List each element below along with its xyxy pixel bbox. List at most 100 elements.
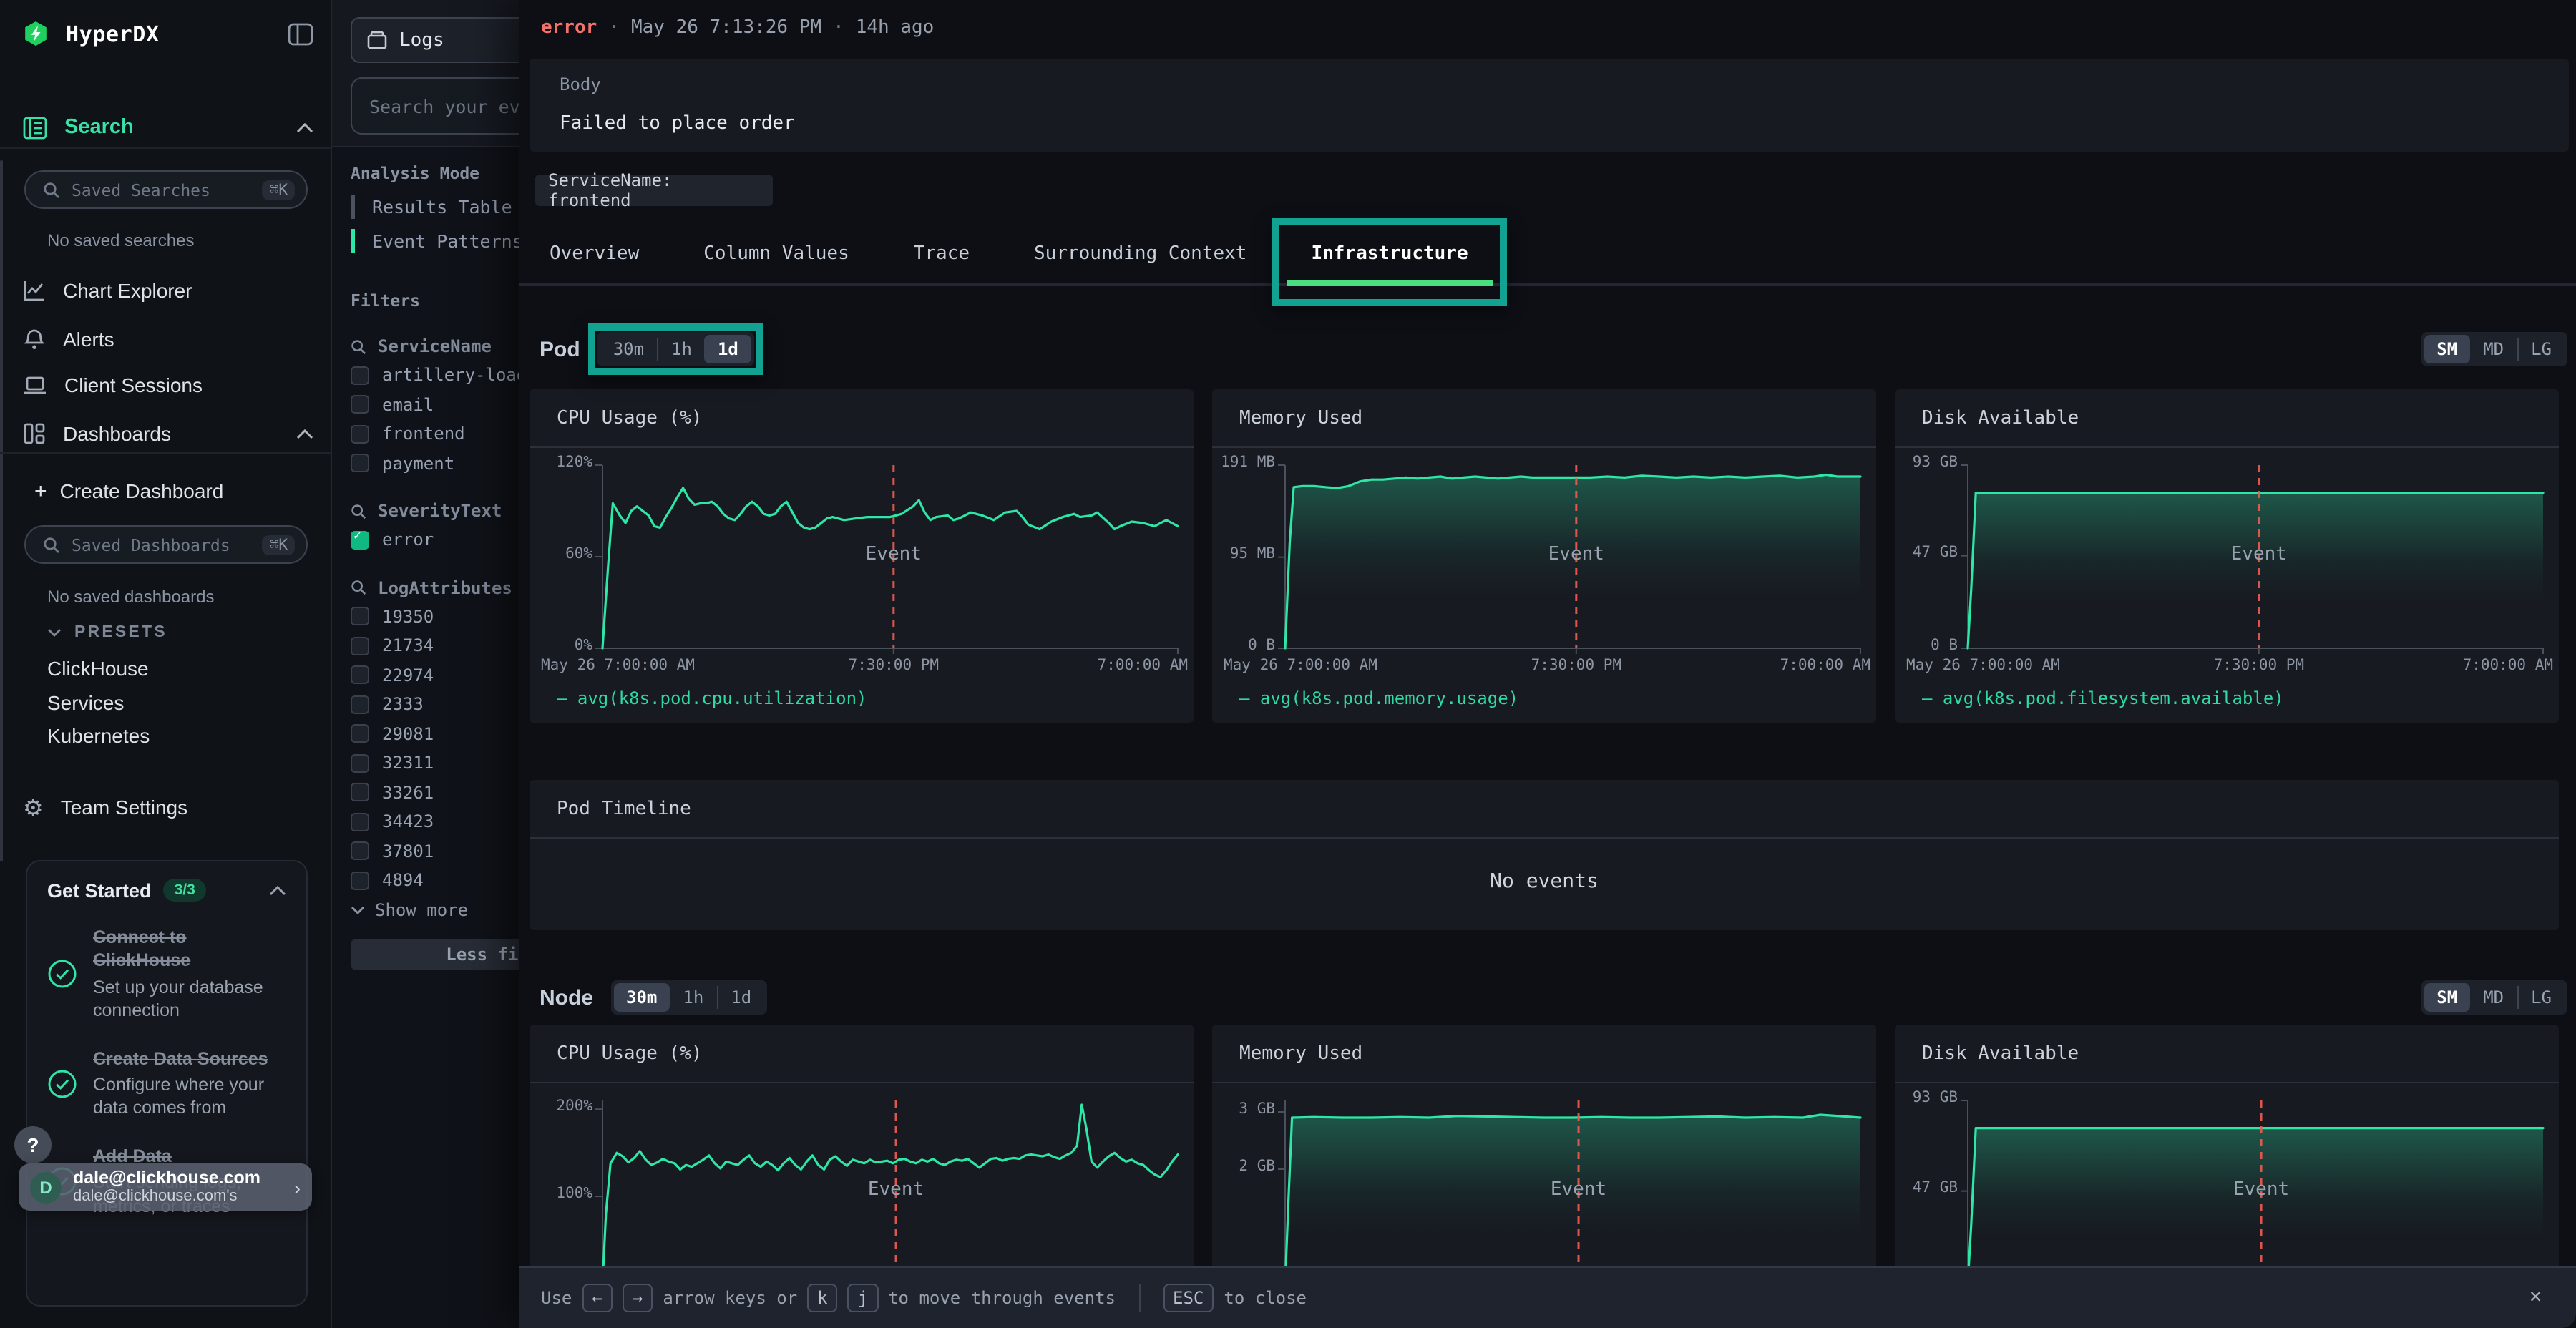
- checkbox[interactable]: [351, 366, 369, 385]
- tab-trace[interactable]: Trace: [884, 229, 1000, 283]
- get-started-item[interactable]: Create Data Sources Configure where your…: [47, 1047, 286, 1120]
- create-dashboard-button[interactable]: + Create Dashboard: [34, 477, 313, 505]
- arrow-left-key[interactable]: ←: [582, 1283, 612, 1313]
- mode-results-table[interactable]: Results Table: [351, 189, 523, 223]
- user-org: dale@clickhouse.com's: [73, 1188, 283, 1206]
- checkbox[interactable]: [351, 813, 369, 831]
- event-body-card: Body Failed to place order: [530, 59, 2569, 152]
- checkbox[interactable]: [351, 666, 369, 685]
- search-icon[interactable]: [351, 338, 366, 354]
- tab-surrounding-context[interactable]: Surrounding Context: [1004, 229, 1277, 283]
- pod-cpu-chart-panel: CPU Usage (%) 120%60%0%EventMay 26 7:00:…: [530, 389, 1194, 723]
- checkbox[interactable]: [351, 607, 369, 626]
- pod-size-sm-active[interactable]: SM: [2424, 335, 2470, 363]
- tab-column-values[interactable]: Column Values: [673, 229, 879, 283]
- j-key[interactable]: j: [848, 1283, 878, 1313]
- search-icon[interactable]: [351, 580, 366, 595]
- chart-legend[interactable]: — avg(k8s.pod.memory.usage): [1239, 688, 1518, 708]
- close-icon[interactable]: ✕: [2529, 1285, 2542, 1308]
- tab-overview[interactable]: Overview: [519, 229, 669, 283]
- k-key[interactable]: k: [807, 1283, 837, 1313]
- pod-range-1h[interactable]: 1h: [658, 335, 705, 363]
- checkbox[interactable]: [351, 637, 369, 655]
- chevron-up-icon[interactable]: [296, 122, 313, 132]
- y-axis-tick: 93 GB: [1895, 455, 1958, 471]
- pod-size-lg[interactable]: LG: [2518, 335, 2565, 363]
- saved-searches-input[interactable]: Saved Searches ⌘K: [24, 170, 308, 209]
- node-range-1h[interactable]: 1h: [670, 983, 716, 1012]
- collapse-sidebar-icon[interactable]: [288, 23, 313, 46]
- checkbox[interactable]: [351, 842, 369, 861]
- divider: [2517, 338, 2518, 361]
- get-started-item[interactable]: Connect to ClickHouse Set up your databa…: [47, 926, 286, 1022]
- sidebar-item-dashboards[interactable]: Dashboards: [23, 419, 313, 448]
- tab-infrastructure[interactable]: Infrastructure: [1281, 229, 1498, 283]
- node-size-sm-active[interactable]: SM: [2424, 983, 2470, 1012]
- chart-legend[interactable]: — avg(k8s.pod.cpu.utilization): [557, 688, 867, 708]
- checkbox[interactable]: [351, 695, 369, 714]
- y-axis-tick: 191 MB: [1212, 455, 1275, 471]
- saved-searches-placeholder: Saved Searches: [72, 180, 251, 200]
- pod-range-1d-active[interactable]: 1d: [705, 335, 751, 363]
- chevron-down-icon: [47, 628, 62, 637]
- chart-title: Disk Available: [1922, 407, 2079, 429]
- node-size-lg[interactable]: LG: [2518, 983, 2565, 1012]
- pod-section-title: Pod: [540, 337, 580, 361]
- sidebar-scrollbar[interactable]: [0, 160, 3, 861]
- checkbox[interactable]: [351, 783, 369, 802]
- checkbox[interactable]: [351, 396, 369, 414]
- chevron-up-icon[interactable]: [269, 885, 286, 895]
- chart-legend[interactable]: — avg(k8s.pod.filesystem.available): [1922, 688, 2284, 708]
- checkbox[interactable]: [351, 754, 369, 773]
- chart-title: Disk Available: [1922, 1043, 2079, 1064]
- sidebar-item-alerts[interactable]: Alerts: [23, 325, 313, 353]
- sidebar-item-services[interactable]: Services: [47, 688, 313, 717]
- checkbox[interactable]: [351, 872, 369, 890]
- presets-toggle[interactable]: PRESETS: [47, 621, 313, 644]
- app-title: HyperDX: [66, 21, 160, 47]
- pod-range-30m[interactable]: 30m: [600, 335, 657, 363]
- sidebar-item-kubernetes[interactable]: Kubernetes: [47, 721, 313, 750]
- service-name-tag[interactable]: ServiceName: frontend: [535, 175, 773, 206]
- user-account-bar[interactable]: D dale@clickhouse.com dale@clickhouse.co…: [19, 1163, 312, 1211]
- plus-icon: +: [34, 479, 47, 503]
- pod-section-header: Pod 30m 1h 1d SM MD LG: [540, 325, 2576, 374]
- node-range-1d[interactable]: 1d: [718, 983, 764, 1012]
- chevron-right-icon: ›: [294, 1176, 301, 1198]
- event-navigation-footer: Use ← → arrow keys or k j to move throug…: [519, 1266, 2576, 1328]
- node-size-md[interactable]: MD: [2470, 983, 2517, 1012]
- mode-event-patterns[interactable]: Event Patterns: [351, 223, 523, 258]
- sidebar-item-search[interactable]: Search: [23, 112, 313, 143]
- sidebar-item-client-sessions[interactable]: Client Sessions: [23, 371, 313, 399]
- checkbox[interactable]: [351, 454, 369, 473]
- checkbox-checked[interactable]: [351, 531, 369, 550]
- pod-size-md[interactable]: MD: [2470, 335, 2517, 363]
- no-saved-dashboards-note: No saved dashboards: [47, 585, 313, 608]
- sidebar: HyperDX Search Saved Searches ⌘K No save…: [0, 0, 332, 1328]
- pod-time-range-control: 30m 1h 1d: [597, 332, 754, 366]
- sidebar-item-team-settings[interactable]: ⚙ Team Settings: [23, 793, 313, 821]
- arrow-right-key[interactable]: →: [623, 1283, 653, 1313]
- filters-label: Filters: [351, 290, 420, 311]
- active-tab-underline: [1287, 280, 1492, 286]
- node-range-30m-active[interactable]: 30m: [613, 983, 670, 1012]
- sidebar-item-chart-explorer[interactable]: Chart Explorer: [23, 276, 313, 305]
- help-button[interactable]: ?: [14, 1126, 52, 1163]
- esc-key[interactable]: ESC: [1163, 1283, 1214, 1313]
- chart-title: CPU Usage (%): [557, 407, 703, 429]
- checkbox[interactable]: [351, 725, 369, 743]
- body-text: Failed to place order: [560, 113, 795, 135]
- hyperdx-logo-icon: [23, 20, 49, 49]
- divider: [716, 986, 718, 1009]
- x-axis-tick: May 26 7:00:00 AM: [1906, 657, 2060, 674]
- checkbox[interactable]: [351, 425, 369, 444]
- y-axis-tick: 95 MB: [1212, 547, 1275, 563]
- app-window: HyperDX Search Saved Searches ⌘K No save…: [0, 0, 2576, 1328]
- analysis-mode-switch: Results Table Event Patterns: [351, 189, 523, 258]
- sidebar-item-clickhouse[interactable]: ClickHouse: [47, 654, 313, 683]
- search-icon[interactable]: [351, 503, 366, 519]
- saved-dashboards-input[interactable]: Saved Dashboards ⌘K: [24, 525, 308, 564]
- x-axis-tick: 7:00:00 AM: [1780, 657, 1870, 674]
- shortcut-badge: ⌘K: [263, 534, 295, 555]
- chevron-up-icon[interactable]: [296, 429, 313, 439]
